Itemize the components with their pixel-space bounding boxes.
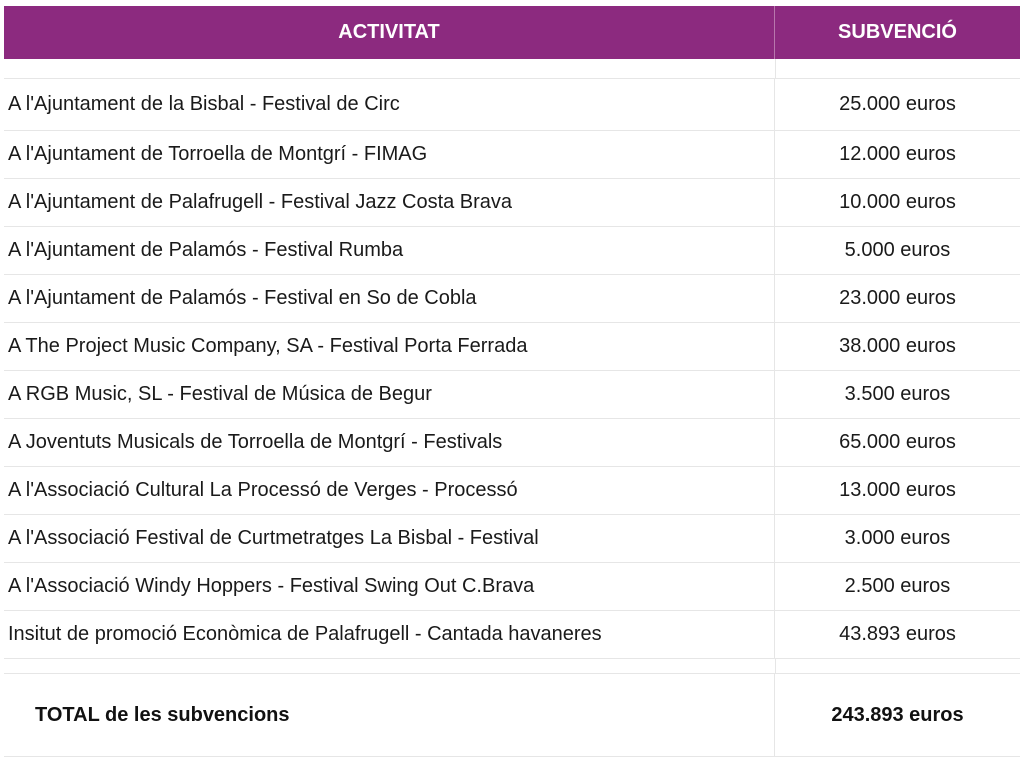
subsidy-cell: 3.000 euros (844, 527, 951, 549)
header-subsidy: SUBVENCIÓ (838, 21, 957, 43)
subsidy-cell: 13.000 euros (839, 479, 956, 501)
table-row: A l'Ajuntament de Palafrugell - Festival… (4, 179, 1020, 227)
activity-cell: A l'Associació Windy Hoppers - Festival … (4, 563, 775, 610)
activity-cell: A RGB Music, SL - Festival de Música de … (4, 371, 775, 418)
table-row: A l'Ajuntament de la Bisbal - Festival d… (4, 79, 1020, 131)
header-spacer (4, 59, 1020, 79)
table-row: A l'Ajuntament de Torroella de Montgrí -… (4, 131, 1020, 179)
total-value: 243.893 euros (831, 703, 964, 726)
total-spacer (4, 659, 1020, 674)
activity-cell: A l'Ajuntament de Palafrugell - Festival… (4, 179, 775, 226)
activity-cell: A The Project Music Company, SA - Festiv… (4, 323, 775, 370)
table-row: A The Project Music Company, SA - Festiv… (4, 323, 1020, 371)
activity-cell: A Joventuts Musicals de Torroella de Mon… (4, 419, 775, 466)
table-row: A l'Associació Windy Hoppers - Festival … (4, 563, 1020, 611)
subsidy-cell: 2.500 euros (844, 575, 951, 597)
subsidies-table: ACTIVITAT SUBVENCIÓ A l'Ajuntament de la… (4, 6, 1020, 757)
subsidy-cell: 38.000 euros (839, 335, 956, 357)
subsidy-cell: 65.000 euros (839, 431, 956, 453)
table-row: Insitut de promoció Econòmica de Palafru… (4, 611, 1020, 659)
subsidy-cell: 5.000 euros (844, 239, 951, 261)
activity-cell: A l'Associació Festival de Curtmetratges… (4, 515, 775, 562)
subsidy-cell: 12.000 euros (839, 143, 956, 165)
activity-cell: Insitut de promoció Econòmica de Palafru… (4, 611, 775, 658)
table-row: A Joventuts Musicals de Torroella de Mon… (4, 419, 1020, 467)
subsidy-cell: 3.500 euros (844, 383, 951, 405)
activity-cell: A l'Ajuntament de Palamós - Festival en … (4, 275, 775, 322)
total-row: TOTAL de les subvencions 243.893 euros (4, 674, 1020, 757)
table-row: A l'Ajuntament de Palamós - Festival en … (4, 275, 1020, 323)
activity-cell: A l'Associació Cultural La Processó de V… (4, 467, 775, 514)
header-activity: ACTIVITAT (4, 6, 775, 59)
table-row: A l'Ajuntament de Palamós - Festival Rum… (4, 227, 1020, 275)
table-row: A RGB Music, SL - Festival de Música de … (4, 371, 1020, 419)
activity-cell: A l'Ajuntament de la Bisbal - Festival d… (4, 79, 775, 130)
subsidy-cell: 23.000 euros (839, 287, 956, 309)
subsidy-cell: 25.000 euros (839, 93, 956, 115)
table-row: A l'Associació Festival de Curtmetratges… (4, 515, 1020, 563)
activity-cell: A l'Ajuntament de Torroella de Montgrí -… (4, 131, 775, 178)
total-label: TOTAL de les subvencions (4, 674, 775, 756)
table-header: ACTIVITAT SUBVENCIÓ (4, 6, 1020, 59)
activity-cell: A l'Ajuntament de Palamós - Festival Rum… (4, 227, 775, 274)
subsidy-cell: 43.893 euros (839, 623, 956, 645)
table-body: A l'Ajuntament de la Bisbal - Festival d… (4, 79, 1020, 659)
table-row: A l'Associació Cultural La Processó de V… (4, 467, 1020, 515)
subsidy-cell: 10.000 euros (839, 191, 956, 213)
